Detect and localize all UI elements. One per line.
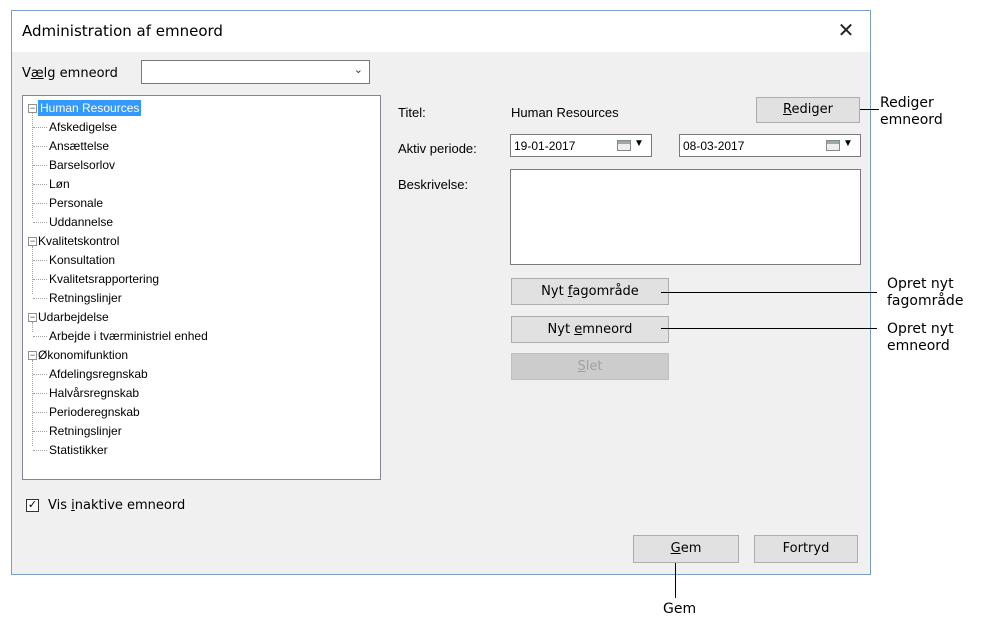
annotation-new-area: Opret nyt fagområde [887,276,964,309]
tree-connector [33,393,47,394]
tree-leaf-node[interactable]: Statistikker [49,442,108,458]
title-bar: Administration af emneord ✕ [12,11,870,52]
tree-connector [33,298,47,299]
tree-connector [33,279,47,280]
tree-leaf-node[interactable]: Konsultation [49,252,115,268]
tree-group-node[interactable]: Kvalitetskontrol [38,233,119,249]
tree-connector [32,360,33,446]
collapse-icon[interactable]: − [28,104,37,113]
new-keyword-button[interactable]: Nyt emneord [511,316,669,343]
tree-connector [33,184,47,185]
tree-leaf-node[interactable]: Arbejde i tværministriel enhed [49,328,208,344]
tree-connector [33,127,47,128]
tree-leaf-node[interactable]: Uddannelse [49,214,113,230]
tree-connector [33,450,47,451]
tree-connector [33,260,47,261]
annotation-line-edit [860,109,879,110]
collapse-icon[interactable]: − [28,351,37,360]
tree-connector [33,203,47,204]
tree-connector [32,246,33,294]
tree-leaf-node[interactable]: Løn [49,176,70,192]
calendar-icon [826,140,840,151]
cancel-button[interactable]: Fortryd [754,535,858,563]
tree-connector [33,412,47,413]
collapse-icon[interactable]: − [28,313,37,322]
tree-group-node[interactable]: Udarbejdelse [38,309,109,325]
tree-group-node[interactable]: Human Resources [38,100,142,116]
select-keyword-combobox[interactable]: ⌄ [141,60,370,84]
tree-connector [32,322,33,332]
tree-leaf-node[interactable]: Ansættelse [49,138,109,154]
title-label: Titel: [398,105,426,120]
active-period-label: Aktiv periode: [398,141,477,156]
collapse-icon[interactable]: − [28,237,37,246]
tree-leaf-node[interactable]: Personale [49,195,103,211]
delete-button[interactable]: Slet [511,353,669,380]
period-from-datepicker[interactable]: 19-01-2017 ▼ [510,134,652,157]
tree-leaf-node[interactable]: Retningslinjer [49,290,122,306]
tree-leaf-node[interactable]: Afskedigelse [49,119,117,135]
save-button[interactable]: Gem [633,535,739,563]
tree-group-node[interactable]: Økonomifunktion [38,347,128,363]
tree-connector [33,222,47,223]
keyword-tree[interactable]: − Human Resources Afskedigelse Ansættelse Ba… [22,95,381,480]
title-value: Human Resources [511,105,619,120]
chevron-down-icon: ⌄ [353,64,363,76]
tree-connector [33,146,47,147]
period-to-datepicker[interactable]: 08-03-2017 ▼ [679,134,861,157]
annotation-line-save [675,563,676,598]
tree-leaf-node[interactable]: Retningslinjer [49,423,122,439]
annotation-edit: Rediger emneord [880,95,943,128]
tree-connector [33,336,47,337]
edit-button[interactable]: Rediger [756,97,860,123]
annotation-line-new-keyword [661,328,877,329]
annotation-line-new-area [661,292,877,293]
calendar-icon [617,140,631,151]
description-textarea[interactable] [510,169,861,265]
close-icon[interactable]: ✕ [832,17,860,45]
new-subject-area-button[interactable]: Nyt fagområde [511,278,669,305]
dialog-title: Administration af emneord [22,22,223,40]
annotation-new-keyword: Opret nyt emneord [887,321,954,354]
tree-leaf-node[interactable]: Barselsorlov [49,157,115,173]
select-keyword-label: Vælg emneord [22,66,118,81]
description-label: Beskrivelse: [398,177,469,192]
annotation-save: Gem [663,601,697,617]
show-inactive-label: Vis inaktive emneord [48,498,186,513]
tree-connector [33,374,47,375]
tree-connector [33,431,47,432]
tree-leaf-node[interactable]: Halvårsregnskab [49,385,139,401]
tree-leaf-node[interactable]: Afdelingsregnskab [49,366,148,382]
dropdown-arrow-icon: ▼ [843,138,853,149]
tree-leaf-node[interactable]: Perioderegnskab [49,404,140,420]
period-from-value: 19-01-2017 [514,139,576,153]
tree-connector [33,165,47,166]
tree-leaf-node[interactable]: Kvalitetsrapportering [49,271,159,287]
dropdown-arrow-icon: ▼ [634,138,644,149]
period-to-value: 08-03-2017 [683,139,745,153]
show-inactive-checkbox[interactable]: ✓ [26,499,39,512]
